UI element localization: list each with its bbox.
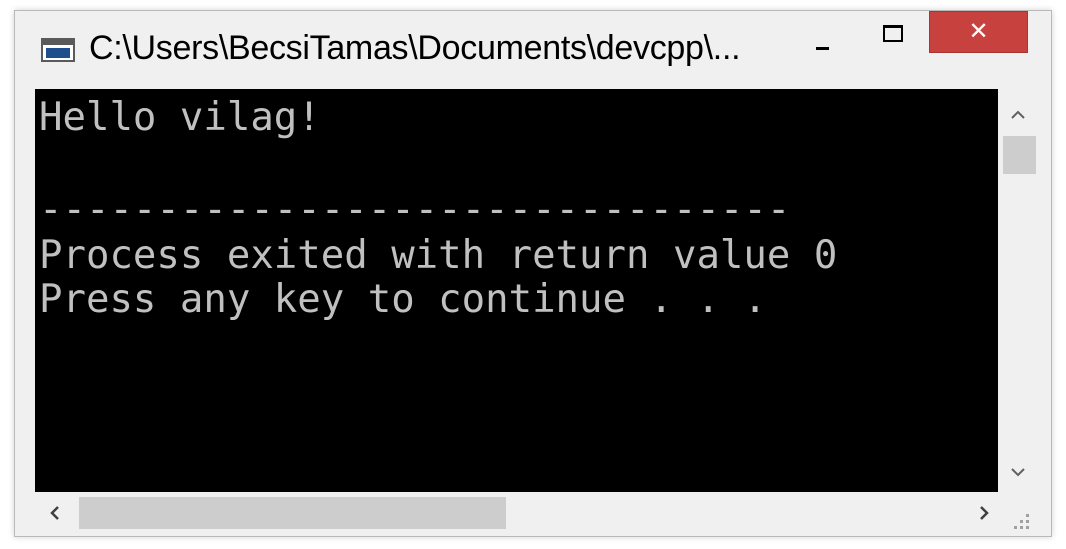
vertical-scrollbar[interactable] <box>998 89 1038 492</box>
console-window: C:\Users\BecsiTamas\Documents\devcpp\...… <box>14 10 1052 537</box>
resize-grip-icon[interactable] <box>998 492 1038 532</box>
vertical-scroll-thumb[interactable] <box>1003 136 1036 174</box>
maximize-button[interactable] <box>865 11 923 73</box>
horizontal-scroll-thumb[interactable] <box>79 497 506 529</box>
title-bar[interactable]: C:\Users\BecsiTamas\Documents\devcpp\...… <box>15 11 1051 89</box>
close-icon: ✕ <box>968 17 989 45</box>
window-title: C:\Users\BecsiTamas\Documents\devcpp\... <box>89 29 741 67</box>
close-button[interactable]: ✕ <box>929 11 1028 53</box>
scroll-left-arrow-icon[interactable] <box>35 492 75 532</box>
minimize-button[interactable] <box>793 11 851 73</box>
horizontal-scrollbar[interactable] <box>35 492 998 532</box>
console-output[interactable]: Hello vilag! ---------------------------… <box>35 89 998 492</box>
minimize-icon <box>816 47 829 50</box>
console-line: Process exited with return value 0 <box>39 233 838 278</box>
scroll-up-arrow-icon[interactable] <box>998 95 1038 135</box>
maximize-icon <box>883 25 903 42</box>
console-line: Hello vilag! <box>39 95 321 140</box>
console-window-icon[interactable] <box>41 38 75 62</box>
console-line: Press any key to continue . . . <box>39 277 767 322</box>
console-separator-line: -------------------------------- <box>39 187 791 232</box>
scroll-down-arrow-icon[interactable] <box>998 452 1038 492</box>
